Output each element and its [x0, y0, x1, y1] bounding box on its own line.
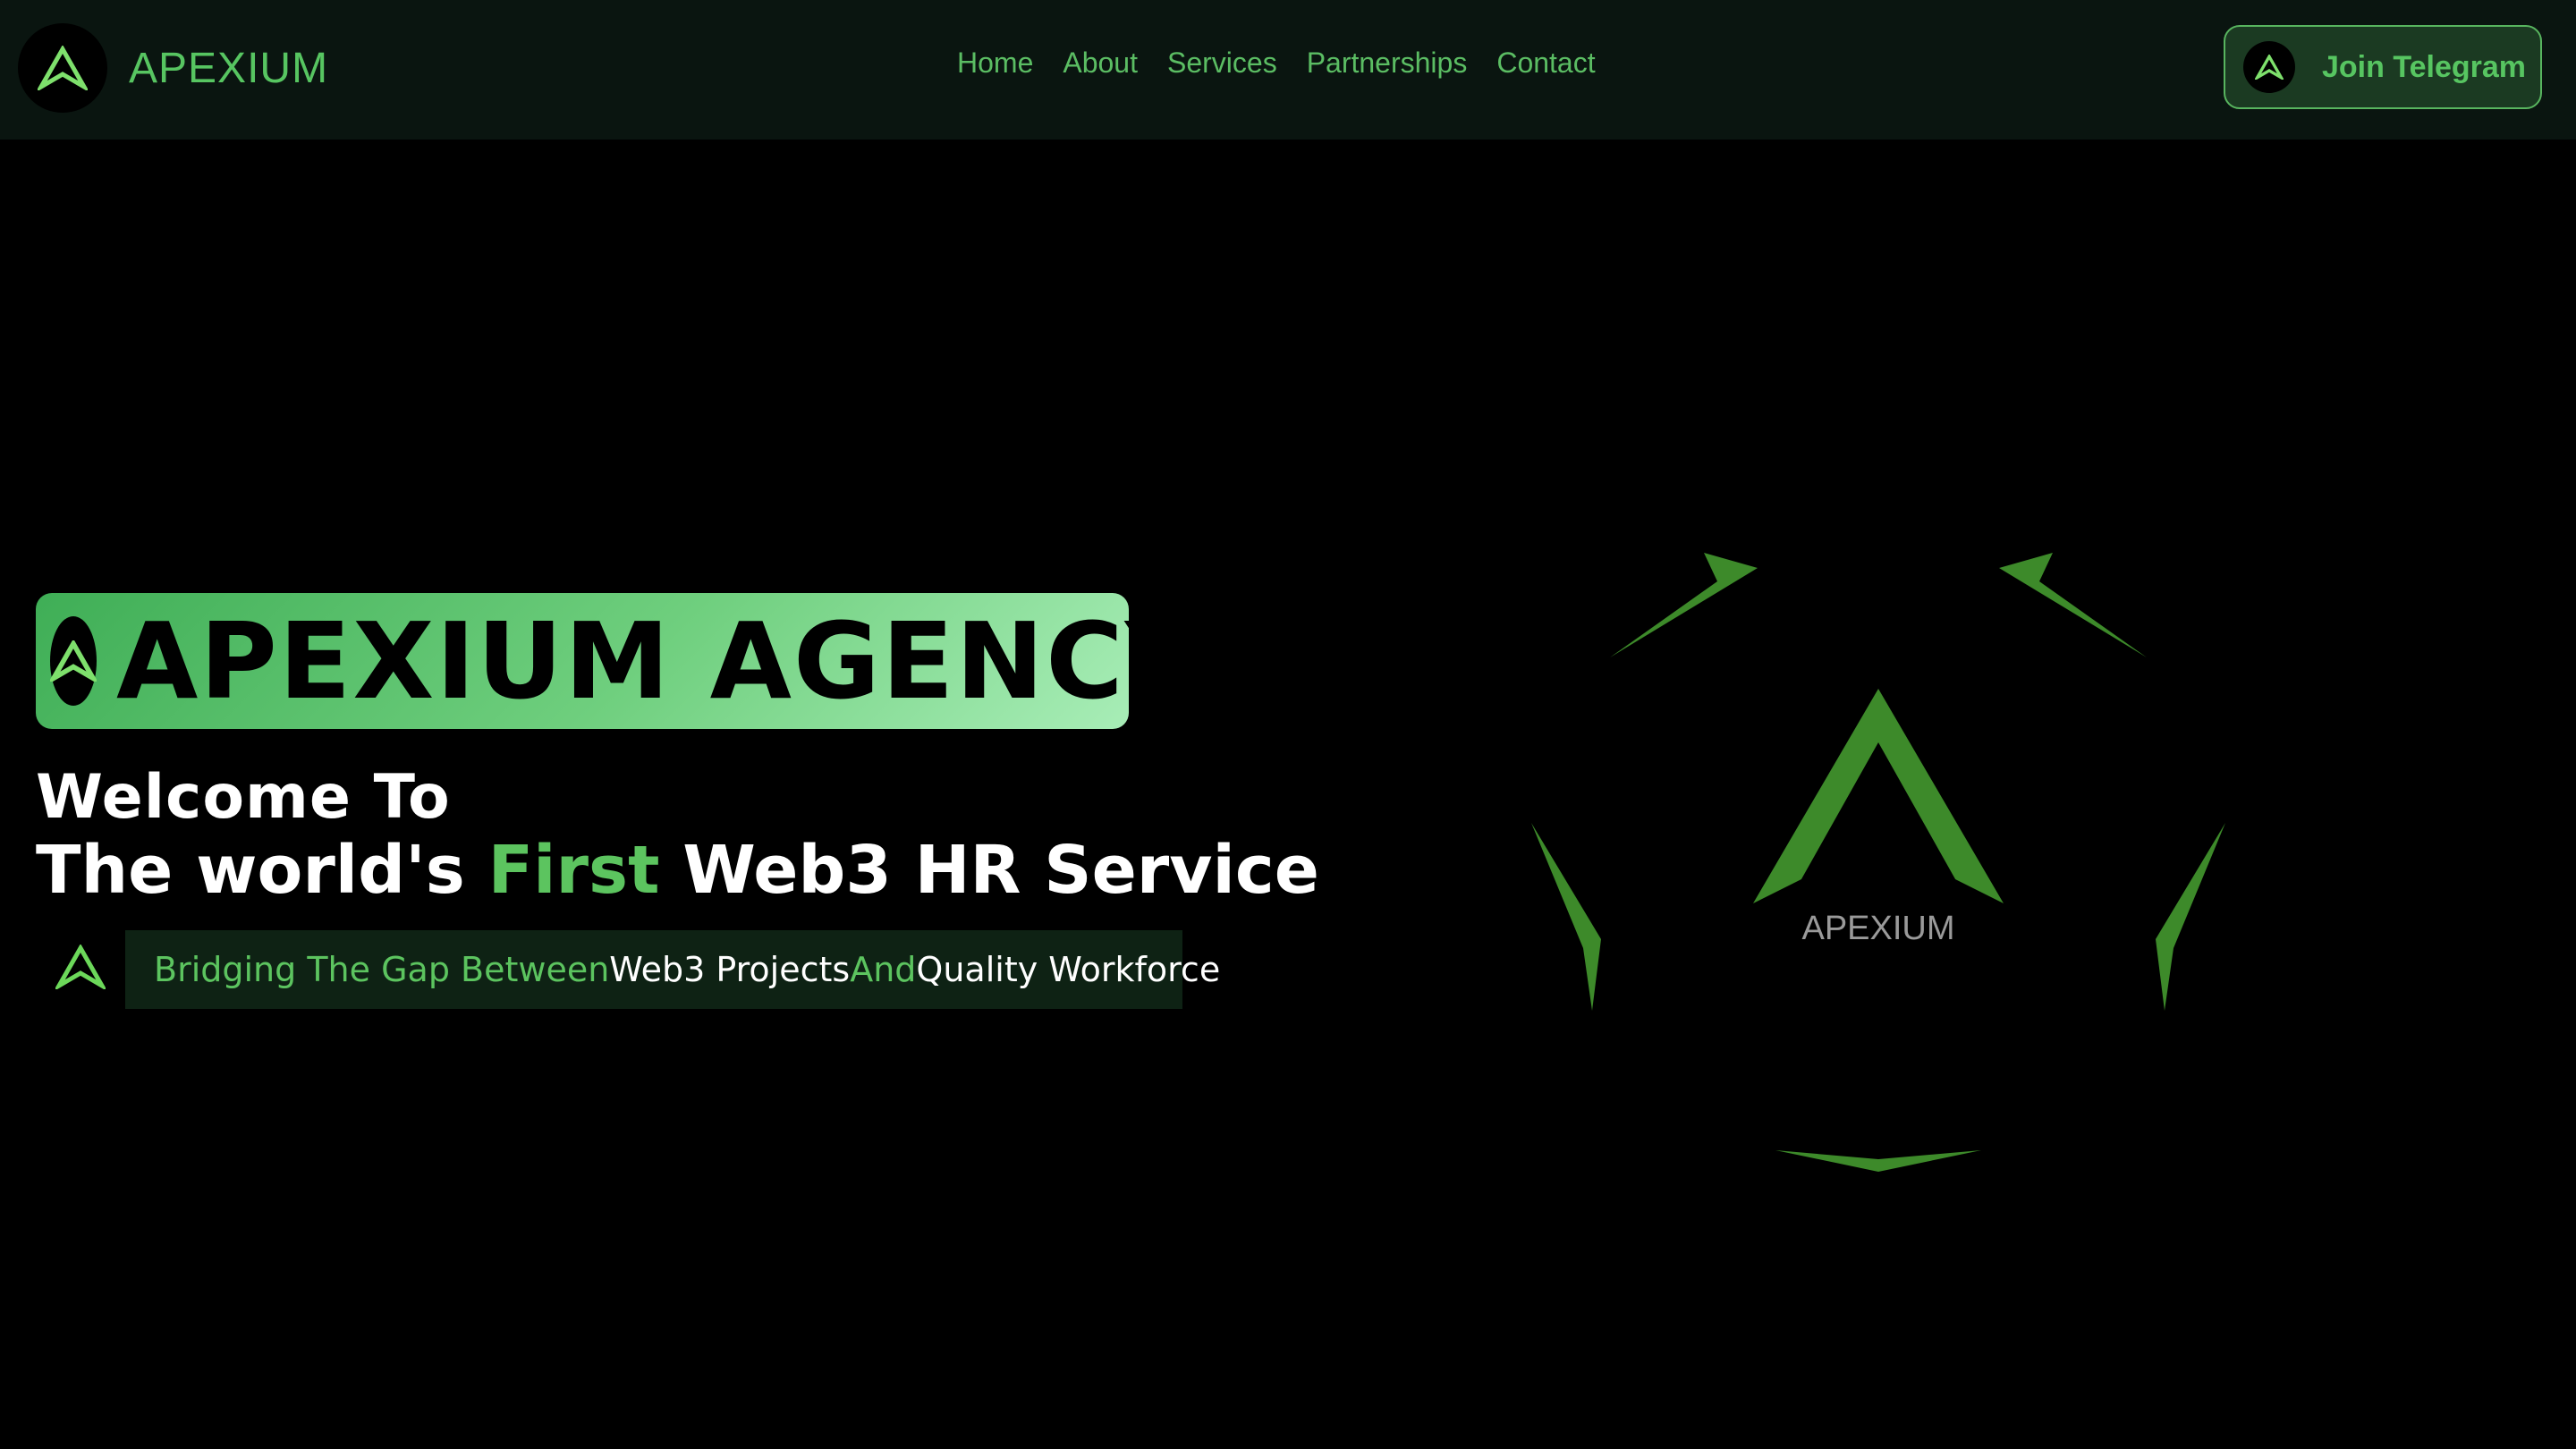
emblem-chevron — [1775, 1150, 1981, 1172]
join-telegram-label: Join Telegram — [2322, 49, 2526, 84]
emblem-chevron — [1999, 553, 2147, 657]
emblem-chevron — [2156, 823, 2225, 1011]
nav-link-contact[interactable]: Contact — [1496, 47, 1595, 80]
nav-link-about[interactable]: About — [1063, 47, 1138, 80]
tagline: Bridging The Gap Between Web3 Projects A… — [125, 930, 1220, 1009]
tagline-part: Bridging The Gap Between — [154, 950, 610, 989]
tagline-part: And — [850, 950, 917, 989]
navbar: APEXIUM Home About Services Partnerships… — [0, 0, 2576, 140]
nav-menu: Home About Services Partnerships Contact — [957, 47, 1625, 80]
apexium-logo-icon — [50, 616, 97, 706]
tagline-part: Quality Workforce — [916, 950, 1221, 989]
welcome-heading: Welcome To — [36, 762, 451, 833]
emblem-chevron — [1610, 553, 1758, 657]
apexium-emblem-art: APEXIUM — [1531, 553, 2225, 1172]
apexium-logo-icon — [2243, 41, 2295, 93]
hero-headline: The world's First Web3 HR Service — [36, 832, 1319, 909]
brand-name: APEXIUM — [129, 44, 329, 92]
apexium-arrow-icon — [53, 943, 108, 992]
nav-link-services[interactable]: Services — [1167, 47, 1277, 80]
nav-link-home[interactable]: Home — [957, 47, 1033, 80]
emblem-label: APEXIUM — [1801, 910, 1954, 947]
brand[interactable]: APEXIUM — [18, 21, 328, 114]
tagline-part: Web3 Projects — [609, 950, 851, 989]
hero-badge: APEXIUM AGENCY — [36, 593, 1201, 729]
emblem-chevron — [1531, 823, 1601, 1011]
headline-highlight: First — [487, 832, 660, 909]
apexium-logo-icon — [18, 23, 107, 113]
join-telegram-button[interactable]: Join Telegram — [2224, 25, 2542, 109]
nav-link-partnerships[interactable]: Partnerships — [1307, 47, 1468, 80]
headline-text-end: Web3 HR Service — [659, 832, 1319, 909]
headline-text: The world's — [36, 832, 488, 909]
hero-badge-title: APEXIUM AGENCY — [116, 599, 1204, 723]
